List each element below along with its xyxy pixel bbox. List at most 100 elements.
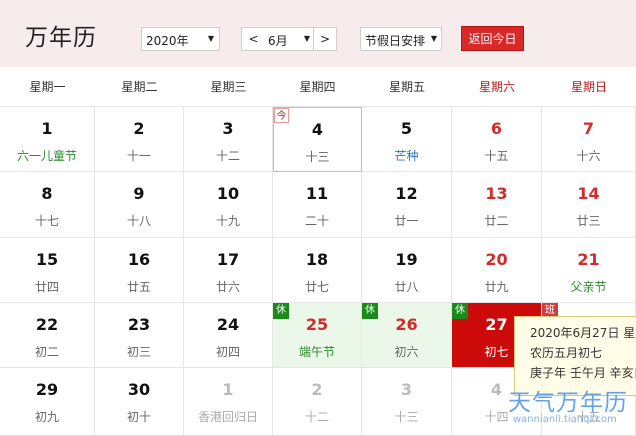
- weekday-label: 星期三: [210, 80, 247, 94]
- day-cell[interactable]: 今 4 十三: [273, 107, 362, 172]
- lunar-day-label: 廿一: [394, 214, 419, 228]
- day-cell[interactable]: 12 廿一: [362, 172, 452, 238]
- chevron-down-icon: ▼: [207, 34, 214, 43]
- day-number: 21: [577, 250, 600, 269]
- solar-term-label: 芒种: [394, 149, 419, 163]
- day-cell[interactable]: 18 廿七: [273, 238, 362, 303]
- day-number: 17: [216, 250, 240, 269]
- prev-month-button[interactable]: <: [241, 27, 266, 51]
- weekday-label: 星期五: [388, 80, 425, 94]
- day-cell[interactable]: 23 初三: [95, 303, 184, 368]
- day-cell[interactable]: 20 廿九: [452, 238, 542, 303]
- day-number: 4: [311, 120, 324, 139]
- day-number: 3: [222, 119, 234, 138]
- lunar-day-label: 初六: [394, 345, 419, 359]
- lunar-day-label: 十二: [215, 149, 240, 163]
- day-number: 5: [400, 119, 413, 138]
- day-cell[interactable]: 10 十九: [184, 172, 273, 238]
- day-cell[interactable]: 7 十六: [542, 107, 636, 172]
- day-number: 24: [216, 315, 240, 334]
- day-cell[interactable]: 休 25 端午节: [273, 303, 362, 368]
- day-number: 11: [305, 184, 329, 203]
- weekday-label: 星期四: [299, 80, 336, 94]
- festival-label: 父亲节: [570, 280, 607, 294]
- day-number: 7: [582, 119, 595, 138]
- lunar-day-label: 初九: [34, 410, 59, 424]
- chevron-down-icon: ▼: [430, 34, 437, 43]
- weekday-label: 星期二: [121, 80, 158, 94]
- lunar-day-label: 初三: [126, 345, 151, 359]
- watermark-url: wannianli.tianqi.com: [513, 414, 617, 425]
- day-number: 18: [305, 250, 329, 269]
- day-number: 26: [395, 315, 418, 334]
- day-cell[interactable]: 30 初十: [95, 368, 184, 436]
- day-cell[interactable]: 13 廿二: [452, 172, 542, 238]
- day-cell[interactable]: 15 廿四: [0, 238, 95, 303]
- day-cell[interactable]: 休 26 初六: [362, 303, 452, 368]
- day-number: 14: [577, 184, 600, 203]
- lunar-day-label: 廿八: [394, 280, 419, 294]
- day-cell[interactable]: 1 六一儿童节: [0, 107, 95, 172]
- page-title: 万年历: [25, 25, 97, 51]
- day-number: 2: [311, 380, 323, 399]
- lunar-day-label: 廿二: [484, 214, 509, 228]
- holiday-schedule-select[interactable]: 节假日安排 ▼: [360, 27, 442, 51]
- day-number: 20: [485, 250, 508, 269]
- lunar-day-label: 十二: [304, 410, 329, 424]
- day-number: 6: [490, 119, 503, 138]
- day-cell[interactable]: 21 父亲节: [542, 238, 636, 303]
- day-cell[interactable]: 17 廿六: [184, 238, 273, 303]
- next-month-button[interactable]: >: [313, 27, 337, 51]
- day-number: 12: [395, 184, 418, 203]
- day-number: 8: [41, 184, 53, 203]
- day-cell[interactable]: 3 十三: [362, 368, 452, 436]
- month-select-value: 6月: [268, 34, 288, 48]
- day-number: 16: [127, 250, 151, 269]
- day-cell[interactable]: 1 香港回归日: [184, 368, 273, 436]
- lunar-day-label: 十五: [484, 149, 509, 163]
- day-number: 29: [35, 380, 59, 399]
- year-select[interactable]: 2020年 ▼: [141, 27, 220, 51]
- lunar-day-label: 廿六: [215, 280, 240, 294]
- day-cell[interactable]: 22 初二: [0, 303, 95, 368]
- month-select[interactable]: 6月 ▼: [265, 27, 314, 51]
- lunar-day-label: 初二: [34, 345, 59, 359]
- calendar-header: 万年历 2020年 ▼ < 6月 ▼ > 节假日安排 ▼ 返回今日: [0, 0, 636, 67]
- lunar-day-label: 十六: [576, 149, 601, 163]
- day-cell[interactable]: 3 十二: [184, 107, 273, 172]
- day-number: 23: [127, 315, 151, 334]
- lunar-day-label: 香港回归日: [197, 410, 258, 424]
- day-cell[interactable]: 24 初四: [184, 303, 273, 368]
- day-number: 25: [305, 315, 329, 334]
- day-number: 9: [133, 184, 145, 203]
- chevron-down-icon: ▼: [303, 34, 310, 43]
- day-cell[interactable]: 2 十一: [95, 107, 184, 172]
- day-cell[interactable]: 11 二十: [273, 172, 362, 238]
- day-cell[interactable]: 16 廿五: [95, 238, 184, 303]
- day-number: 1: [222, 380, 234, 399]
- lunar-day-label: 初十: [126, 410, 151, 424]
- day-number: 19: [395, 250, 418, 269]
- day-cell[interactable]: 5 芒种: [362, 107, 452, 172]
- day-number: 30: [127, 380, 151, 399]
- day-number: 22: [35, 315, 59, 334]
- lunar-day-label: 廿五: [126, 280, 151, 294]
- day-number: 1: [41, 119, 53, 138]
- festival-label: 端午节: [298, 345, 335, 359]
- day-cell[interactable]: 29 初九: [0, 368, 95, 436]
- day-cell[interactable]: 14 廿三: [542, 172, 636, 238]
- year-select-value: 2020年: [146, 34, 189, 48]
- day-cell[interactable]: 2 十二: [273, 368, 362, 436]
- back-to-today-button[interactable]: 返回今日: [461, 26, 524, 51]
- day-cell[interactable]: 6 十五: [452, 107, 542, 172]
- festival-label: 六一儿童节: [16, 149, 77, 163]
- tooltip-ganzhi: 庚子年 壬午月 辛亥日: [530, 366, 636, 380]
- day-cell[interactable]: 8 十七: [0, 172, 95, 238]
- lunar-day-label: 廿三: [576, 214, 601, 228]
- lunar-day-label: 廿九: [484, 280, 509, 294]
- weekday-label: 星期一: [29, 80, 66, 94]
- lunar-day-label: 廿四: [34, 280, 59, 294]
- lunar-day-label: 十八: [126, 214, 151, 228]
- day-cell[interactable]: 9 十八: [95, 172, 184, 238]
- day-cell[interactable]: 19 廿八: [362, 238, 452, 303]
